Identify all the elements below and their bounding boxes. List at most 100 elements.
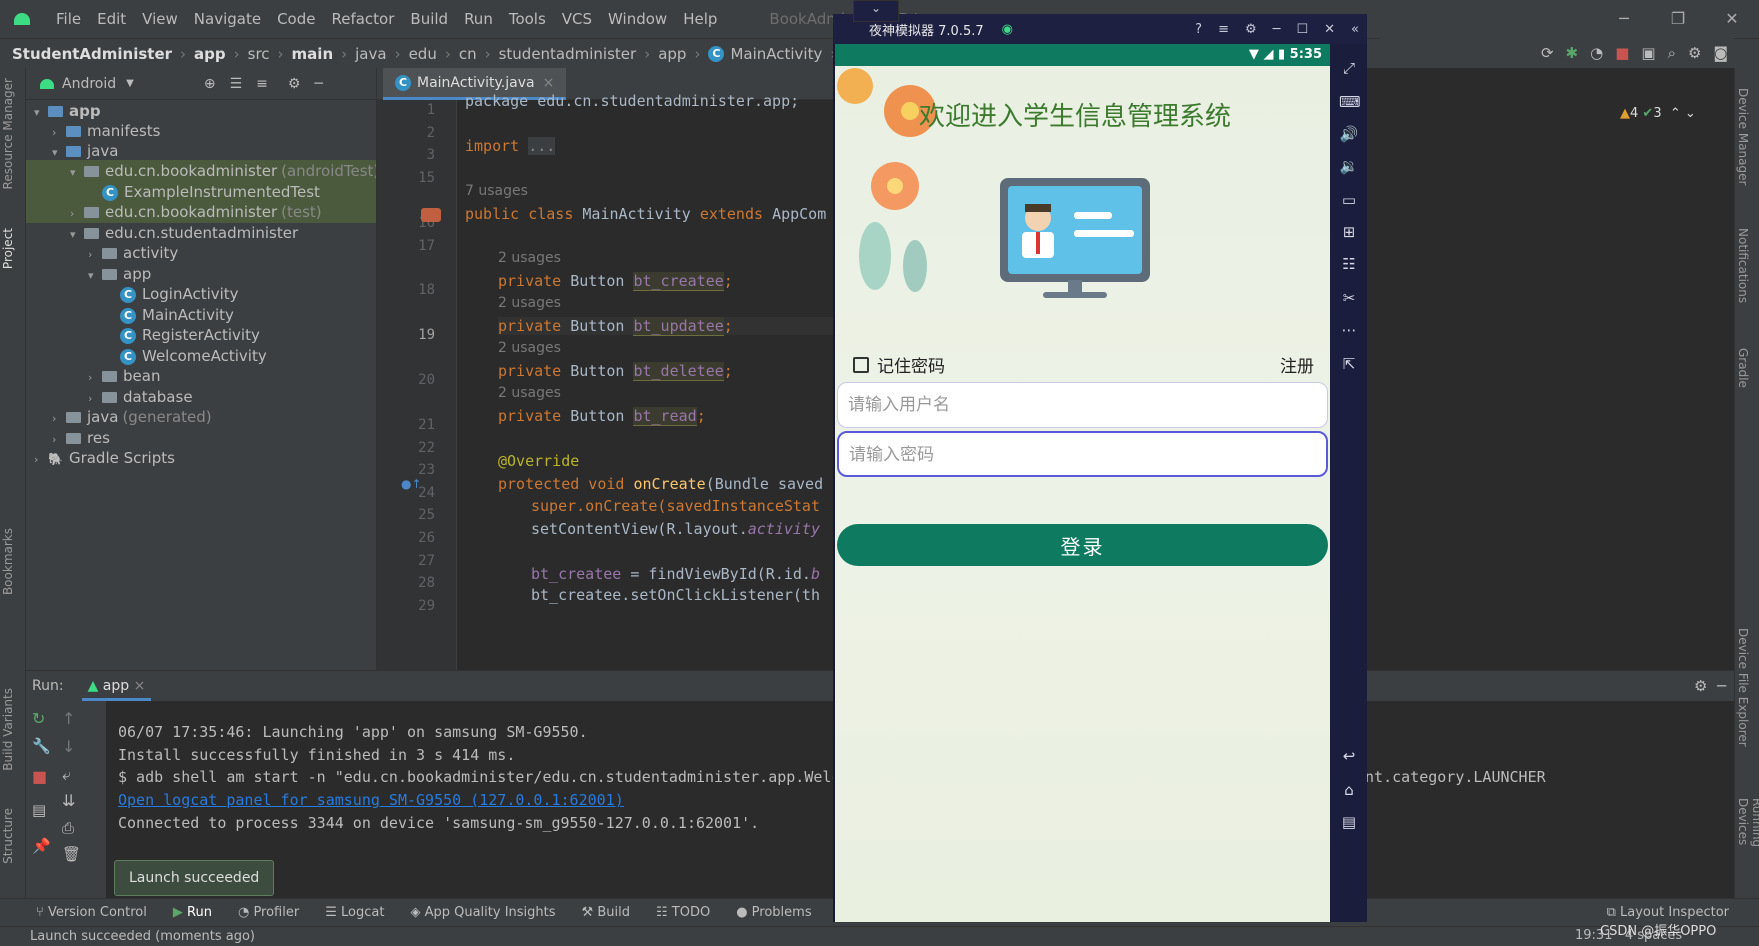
tab-bookmarks[interactable]: Bookmarks bbox=[1, 528, 15, 595]
password-input[interactable]: 请输入密码 bbox=[837, 431, 1328, 477]
tab-project[interactable]: Project bbox=[1, 228, 15, 269]
tree-item[interactable]: C LoginActivity bbox=[26, 283, 376, 305]
gamepad-icon[interactable]: ◉ bbox=[1002, 22, 1013, 37]
tree-item[interactable]: › activity bbox=[26, 242, 376, 264]
menu-vcs[interactable]: VCS bbox=[562, 10, 592, 28]
tab-notifications[interactable]: Notifications bbox=[1736, 228, 1750, 303]
tab-gradle[interactable]: Gradle bbox=[1736, 348, 1750, 388]
pin-icon[interactable]: 📌 bbox=[32, 837, 51, 855]
restore-icon[interactable]: ❐ bbox=[1651, 0, 1705, 38]
line-number[interactable]: 20 bbox=[377, 372, 435, 388]
tree-item[interactable]: C WelcomeActivity bbox=[26, 345, 376, 367]
tree-item[interactable]: ▾ java bbox=[26, 140, 376, 162]
stop-icon[interactable]: ■ bbox=[1615, 44, 1629, 62]
tree-item[interactable]: C MainActivity bbox=[26, 304, 376, 326]
scroll-end-icon[interactable]: ⇊ bbox=[62, 791, 75, 810]
layout-icon[interactable]: ▤ bbox=[32, 801, 46, 819]
share-icon[interactable]: ⇱ bbox=[1339, 354, 1359, 374]
run-gutter-icon[interactable] bbox=[421, 208, 441, 222]
tab-run[interactable]: ▶ Run bbox=[173, 905, 212, 920]
breadcrumb-item[interactable]: java bbox=[355, 45, 386, 63]
tree-item[interactable]: › 🐘 Gradle Scripts bbox=[26, 447, 376, 469]
tree-item[interactable]: ▾ app bbox=[26, 263, 376, 285]
home-icon[interactable]: ⌂ bbox=[1339, 780, 1359, 800]
search-icon[interactable]: ⌕ bbox=[1668, 44, 1676, 62]
tab-logcat[interactable]: ☰ Logcat bbox=[325, 905, 384, 920]
gear-icon[interactable]: ⚙ bbox=[1245, 22, 1257, 37]
help-icon[interactable]: ? bbox=[1195, 22, 1202, 37]
usages-hint[interactable]: 7 usages bbox=[465, 183, 528, 199]
rerun-icon[interactable]: ↻ bbox=[32, 709, 45, 728]
sync-icon[interactable]: ⟳ bbox=[1541, 44, 1554, 62]
device-manager-icon[interactable]: ▣ bbox=[1641, 44, 1655, 62]
maximize-icon[interactable]: ☐ bbox=[1296, 22, 1308, 37]
trash-icon[interactable]: 🗑 bbox=[62, 845, 81, 863]
tree-item[interactable]: ▾ edu.cn.bookadminister (androidTest) bbox=[26, 160, 379, 182]
line-number[interactable]: 23 bbox=[377, 462, 435, 478]
volume-up-icon[interactable]: 🔊 bbox=[1339, 124, 1359, 144]
tree-item[interactable]: › manifests bbox=[26, 120, 376, 142]
inspection-widget[interactable]: ▲4 ✔3 ⌃ ⌄ bbox=[1620, 106, 1696, 121]
register-link[interactable]: 注册 bbox=[1280, 352, 1314, 377]
breadcrumb-item[interactable]: app bbox=[194, 45, 226, 63]
tree-item[interactable]: › edu.cn.bookadminister (test) bbox=[26, 201, 376, 223]
menu-file[interactable]: File bbox=[56, 10, 81, 28]
tab-todo[interactable]: ☷ TODO bbox=[656, 905, 710, 920]
line-number[interactable]: 19 bbox=[377, 327, 435, 343]
breadcrumb-item[interactable]: cn bbox=[459, 45, 477, 63]
menu-edit[interactable]: Edit bbox=[97, 10, 126, 28]
tree-item[interactable]: C ExampleInstrumentedTest bbox=[26, 181, 376, 203]
breadcrumb-item[interactable]: main bbox=[292, 45, 334, 63]
tab-layout-inspector[interactable]: ⧉ Layout Inspector bbox=[1607, 905, 1729, 920]
menu-icon[interactable]: ≡ bbox=[1218, 22, 1229, 37]
tab-device-manager[interactable]: Device Manager bbox=[1736, 88, 1750, 185]
gear-icon[interactable]: ⚙ bbox=[1688, 44, 1701, 62]
chevron-right-icon[interactable]: › bbox=[34, 449, 48, 471]
screen-icon[interactable]: ▭ bbox=[1339, 190, 1359, 210]
tab-resource-manager[interactable]: Resource Manager bbox=[1, 78, 15, 189]
breadcrumb-item[interactable]: MainActivity bbox=[730, 45, 822, 63]
line-number[interactable]: 27 bbox=[377, 553, 435, 569]
multi-instance-icon[interactable]: ☷ bbox=[1339, 254, 1359, 274]
line-number[interactable]: 17 bbox=[377, 238, 435, 254]
close-icon[interactable]: × bbox=[134, 678, 146, 694]
project-view-selector[interactable]: Android bbox=[62, 76, 116, 92]
breadcrumb-item[interactable]: app bbox=[658, 45, 686, 63]
minimize-icon[interactable]: ─ bbox=[1273, 22, 1281, 37]
menu-view[interactable]: View bbox=[142, 10, 178, 28]
tree-item[interactable]: › database bbox=[26, 386, 376, 408]
tab-problems[interactable]: ● Problems bbox=[736, 905, 811, 920]
tab-build[interactable]: ⚒ Build bbox=[582, 905, 630, 920]
more-icon[interactable]: ⋯ bbox=[1339, 320, 1359, 340]
tab-app-quality-insights[interactable]: ◈ App Quality Insights bbox=[410, 905, 555, 920]
gear-icon[interactable]: ⚙ ─ bbox=[1694, 677, 1726, 695]
tree-item[interactable]: › res bbox=[26, 427, 376, 449]
tab-profiler[interactable]: ◔ Profiler bbox=[238, 905, 299, 920]
install-apk-icon[interactable]: ⊞ bbox=[1339, 222, 1359, 242]
up-icon[interactable]: ↑ bbox=[62, 709, 75, 728]
tree-item[interactable]: ▾ app bbox=[26, 100, 376, 122]
menu-run[interactable]: Run bbox=[464, 10, 493, 28]
volume-down-icon[interactable]: 🔉 bbox=[1339, 156, 1359, 176]
collapse-all-icon[interactable]: ≡ bbox=[256, 76, 268, 92]
line-number[interactable]: 1 bbox=[377, 102, 435, 118]
line-number[interactable]: 18 bbox=[377, 282, 435, 298]
profile-icon[interactable]: ◔ bbox=[1590, 44, 1603, 62]
logcat-link[interactable]: Open logcat panel for samsung SM-G9550 (… bbox=[118, 791, 624, 809]
close-icon[interactable]: × bbox=[543, 75, 555, 91]
line-number[interactable]: 15 bbox=[377, 170, 435, 186]
menu-refactor[interactable]: Refactor bbox=[331, 10, 394, 28]
collapse-sidebar-icon[interactable]: « bbox=[1351, 22, 1359, 37]
chevron-down-icon[interactable]: ⌄ bbox=[853, 0, 899, 22]
line-number[interactable]: 28 bbox=[377, 575, 435, 591]
breadcrumb-item[interactable]: StudentAdminister bbox=[12, 45, 172, 63]
breadcrumb-item[interactable]: edu bbox=[409, 45, 437, 63]
minimize-icon[interactable]: ─ bbox=[1597, 0, 1651, 38]
fullscreen-icon[interactable]: ⤢ bbox=[1339, 58, 1359, 78]
gear-icon[interactable]: ⚙ bbox=[288, 76, 301, 92]
menu-navigate[interactable]: Navigate bbox=[194, 10, 261, 28]
folded-imports[interactable]: ... bbox=[528, 137, 556, 155]
breadcrumb-item[interactable]: src bbox=[248, 45, 270, 63]
debug-icon[interactable]: ✱ bbox=[1566, 44, 1579, 62]
back-icon[interactable]: ↩ bbox=[1339, 746, 1359, 766]
